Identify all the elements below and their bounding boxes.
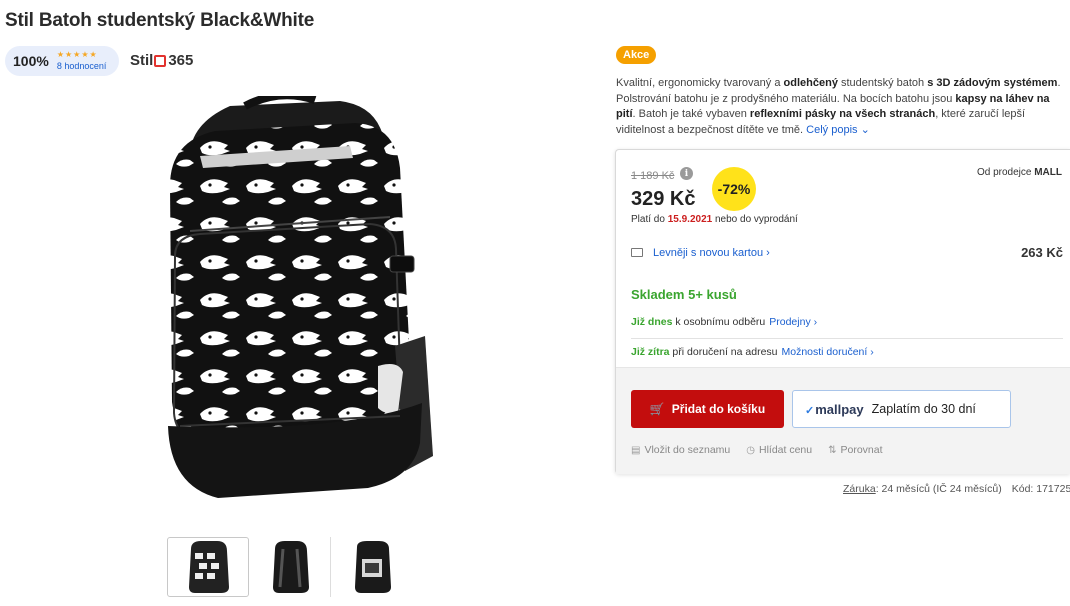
rating-stars: ★★★★★: [56, 50, 98, 59]
compare-action[interactable]: ⇅ Porovnat: [828, 444, 882, 456]
desc-bold: reflexními pásky na všech stranách: [749, 108, 936, 120]
product-meta: Záruka: 24 měsíců (IČ 24 měsíců) Kód: 171…: [843, 483, 1070, 495]
thumbnail-3[interactable]: [331, 537, 413, 597]
brand-logo[interactable]: Stil 365: [130, 52, 193, 69]
warranty-value: : 24 měsíců (IČ 24 měsíců): [875, 483, 1002, 495]
thumbnail-2[interactable]: [249, 537, 331, 597]
watch-price-action[interactable]: ◷ Hlídat cenu: [746, 444, 812, 456]
card-offer-row: Levněji s novou kartou › 263 Kč: [631, 245, 1063, 260]
desc-bold: odlehčený: [783, 77, 838, 89]
desc-text: . Batoh je také vybaven: [632, 108, 750, 120]
mallpay-button[interactable]: ✓mallpay Zaplatím do 30 dní: [792, 390, 1011, 428]
desc-bold: s 3D zádovým systémem: [927, 77, 1058, 89]
mallpay-logo: ✓mallpay: [805, 402, 864, 417]
delivery-options-label: Možnosti doručení: [781, 346, 868, 358]
add-to-list-action[interactable]: ▤ Vložit do seznamu: [631, 444, 730, 456]
pickup-when: Již dnes: [631, 316, 673, 328]
divider: [631, 338, 1063, 339]
info-icon[interactable]: i: [680, 167, 693, 180]
card-icon: [631, 248, 643, 257]
chevron-down-icon: ⌄: [860, 123, 870, 136]
chevron-right-icon: ›: [766, 246, 770, 259]
add-to-cart-button[interactable]: 🛒 Přidat do košíku: [631, 390, 784, 428]
desc-text: studentský batoh: [837, 77, 928, 89]
seller-prefix: Od prodejce: [976, 167, 1035, 178]
stores-link-label: Prodejny: [769, 316, 811, 328]
product-description: Kvalitní, ergonomicky tvarovaný a odlehč…: [616, 76, 1064, 138]
rating-count-link[interactable]: 8 hodnocení: [57, 62, 107, 71]
thumbnail-3-image: [355, 541, 391, 593]
delivery-when: Již zítra: [631, 346, 670, 358]
card-offer-label: Levněji s novou kartou: [653, 246, 764, 259]
add-to-cart-label: Přidat do košíku: [671, 402, 766, 416]
validity-suffix: nebo do vyprodání: [712, 214, 798, 225]
compare-label: Porovnat: [840, 444, 883, 456]
rating-percent: 100%: [13, 53, 49, 69]
rating-badge[interactable]: 100% ★★★★★ 8 hodnocení: [5, 46, 119, 76]
clock-icon: ◷: [746, 444, 755, 456]
seller-name: MALL: [1034, 167, 1062, 178]
watch-price-label: Hlídat cenu: [758, 444, 813, 456]
warranty-link[interactable]: Záruka: [843, 483, 876, 495]
list-icon: ▤: [631, 444, 641, 456]
product-main-image[interactable]: [150, 96, 440, 516]
mallpay-mark-icon: ✓: [805, 404, 815, 417]
compare-icon: ⇅: [828, 444, 837, 456]
sale-badge: Akce: [616, 46, 657, 64]
brand-logo-text: Stil: [130, 52, 154, 69]
brand-logo-number: 365: [168, 52, 194, 69]
stock-status: Skladem 5+ kusů: [631, 287, 737, 302]
secondary-actions: ▤ Vložit do seznamu ◷ Hlídat cenu ⇅ Porovna…: [631, 444, 899, 456]
old-price: 1 189 Kč: [631, 170, 675, 182]
validity-prefix: Platí do: [631, 214, 668, 225]
price-validity: Platí do 15.9.2021 nebo do vyprodání: [631, 214, 798, 225]
chevron-right-icon: ›: [870, 346, 874, 358]
discount-badge: -72%: [712, 167, 756, 211]
full-description-link[interactable]: Celý popis ⌄: [806, 124, 870, 136]
pickup-text: k osobnímu odběru: [672, 316, 766, 328]
thumbnail-1-image: [189, 541, 229, 593]
full-description-label: Celý popis: [806, 123, 858, 136]
buy-box: 1 189 Kč i 329 Kč -72% Platí do 15.9.202…: [615, 149, 1070, 474]
card-offer-link[interactable]: Levněji s novou kartou ›: [653, 247, 770, 259]
validity-date: 15.9.2021: [667, 214, 713, 225]
delivery-options-link[interactable]: Možnosti doručení ›: [782, 346, 874, 358]
desc-text: Kvalitní, ergonomicky tvarovaný a: [616, 77, 784, 89]
cart-icon: 🛒: [649, 402, 665, 416]
thumbnail-2-image: [272, 541, 309, 593]
thumbnail-1[interactable]: [167, 537, 249, 597]
pickup-info: Již dnes k osobnímu odběru Prodejny ›: [631, 316, 817, 328]
chevron-right-icon: ›: [813, 316, 818, 328]
product-code: Kód: 171725: [1011, 483, 1070, 495]
mallpay-label: Zaplatím do 30 dní: [871, 402, 976, 416]
current-price: 329 Kč: [631, 188, 696, 210]
brand-mark-icon: [154, 54, 167, 67]
mallpay-logo-text: mallpay: [815, 401, 864, 417]
delivery-info: Již zítra při doručení na adresu Možnosti…: [631, 346, 874, 358]
stores-link[interactable]: Prodejny ›: [769, 316, 817, 328]
seller-info: Od prodejce MALL: [977, 167, 1062, 178]
add-to-list-label: Vložit do seznamu: [644, 444, 731, 456]
thumbnail-gallery: [167, 537, 413, 597]
delivery-text: při doručení na adresu: [669, 346, 778, 358]
product-title: Stil Batoh studentský Black&White: [5, 10, 315, 31]
card-offer-price: 263 Kč: [1021, 245, 1063, 260]
